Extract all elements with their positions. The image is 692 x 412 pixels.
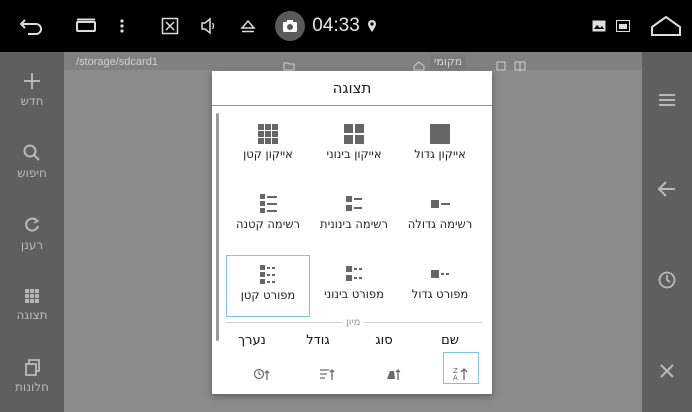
view-option-large-detail[interactable]: מפורט גדול: [398, 261, 482, 317]
medium-list-glyph: [346, 196, 362, 211]
menu-icon[interactable]: [642, 92, 692, 112]
windows-icon: [25, 359, 40, 376]
sort-by-modified[interactable]: נערך: [222, 333, 282, 348]
dialog-scrollbar[interactable]: [216, 113, 219, 341]
plus-icon: [24, 73, 40, 89]
history-icon[interactable]: [642, 270, 692, 294]
tab-square-icon[interactable]: [496, 56, 506, 75]
view-option-label: מפורט בינוני: [324, 287, 384, 301]
recents-icon[interactable]: [72, 0, 100, 52]
sort-by-name[interactable]: שם: [420, 333, 480, 348]
view-option-label: רשימה גדולה: [407, 217, 473, 231]
dialog-title: תצוגה: [212, 71, 492, 106]
search-icon: [23, 144, 40, 161]
view-option-label: אייקון בינוני: [326, 147, 382, 161]
camera-icon[interactable]: [272, 0, 308, 52]
toolbar-new[interactable]: חדש: [0, 70, 64, 108]
eject-icon[interactable]: [236, 0, 260, 52]
gallery-icon: [590, 0, 608, 52]
toolbar-search[interactable]: חיפוש: [0, 142, 64, 180]
view-option-large-icon[interactable]: אייקון גדול: [398, 121, 482, 177]
sort-az-icon[interactable]: ZA: [446, 366, 476, 385]
back-icon[interactable]: [642, 180, 692, 202]
more-dots-icon[interactable]: [112, 0, 132, 52]
view-dialog: תצוגה אייקון גדול אייקון בינוני אייקון ק…: [212, 71, 492, 394]
view-option-small-detail[interactable]: מפורט קטן: [226, 255, 310, 317]
toolbar-windows[interactable]: חלונות: [0, 356, 64, 394]
view-option-medium-list[interactable]: רשימה בינונית: [312, 191, 396, 247]
tab-split-icon[interactable]: [514, 56, 526, 75]
toolbar-refresh[interactable]: רענן: [0, 214, 64, 252]
view-option-label: רשימה קטנה: [236, 217, 300, 231]
large-detail-glyph: [431, 270, 449, 278]
sort-by-type[interactable]: סוג: [354, 333, 414, 348]
view-option-label: אייקון גדול: [414, 147, 466, 161]
path-label[interactable]: /storage/sdcard1: [76, 56, 158, 68]
right-toolbar: [642, 52, 692, 412]
small-icon-glyph: [258, 124, 278, 144]
toolbar-search-label: חיפוש: [17, 166, 47, 180]
sort-date-icon[interactable]: [247, 366, 277, 385]
large-list-glyph: [431, 200, 450, 208]
small-list-glyph: [260, 194, 277, 213]
close-box-icon[interactable]: [158, 0, 182, 52]
sort-type-icon[interactable]: [379, 366, 409, 385]
toolbar-view-label: תצוגה: [16, 308, 48, 322]
view-option-medium-icon[interactable]: אייקון בינוני: [312, 121, 396, 177]
grid-icon: [25, 289, 39, 303]
close-icon[interactable]: [642, 362, 692, 384]
medium-detail-glyph: [346, 266, 362, 281]
sort-section-label: מיון: [342, 317, 365, 328]
image-icon: [614, 0, 632, 52]
svg-text:A: A: [453, 374, 458, 382]
view-option-label: מפורט גדול: [411, 287, 469, 301]
left-toolbar: חדש חיפוש רענן תצוגה חלונות: [0, 52, 64, 412]
view-option-small-list[interactable]: רשימה קטנה: [226, 191, 310, 247]
view-option-label: אייקון קטן: [243, 147, 293, 161]
toolbar-windows-label: חלונות: [15, 380, 49, 394]
sort-by-size[interactable]: גודל: [288, 333, 348, 348]
view-option-large-list[interactable]: רשימה גדולה: [398, 191, 482, 247]
view-option-medium-detail[interactable]: מפורט בינוני: [312, 261, 396, 317]
toolbar-new-label: חדש: [20, 94, 44, 108]
toolbar-refresh-label: רענן: [20, 238, 44, 252]
refresh-icon: [25, 217, 40, 232]
view-option-label: רשימה בינונית: [320, 217, 388, 231]
toolbar-view[interactable]: תצוגה: [0, 284, 64, 322]
volume-icon[interactable]: [196, 0, 220, 52]
location-icon: [364, 0, 380, 52]
view-option-label: מפורט קטן: [240, 288, 296, 302]
tab-local[interactable]: מקומי: [430, 55, 467, 68]
sort-size-icon[interactable]: [313, 366, 343, 385]
medium-icon-glyph: [344, 124, 364, 144]
view-option-small-icon[interactable]: אייקון קטן: [226, 121, 310, 177]
small-detail-glyph: [260, 265, 275, 284]
large-icon-glyph: [430, 124, 450, 144]
status-bar: 04:33: [0, 0, 692, 52]
home-icon[interactable]: [648, 0, 684, 52]
back-arrow-icon[interactable]: [16, 0, 46, 52]
clock-time: 04:33: [312, 15, 360, 36]
